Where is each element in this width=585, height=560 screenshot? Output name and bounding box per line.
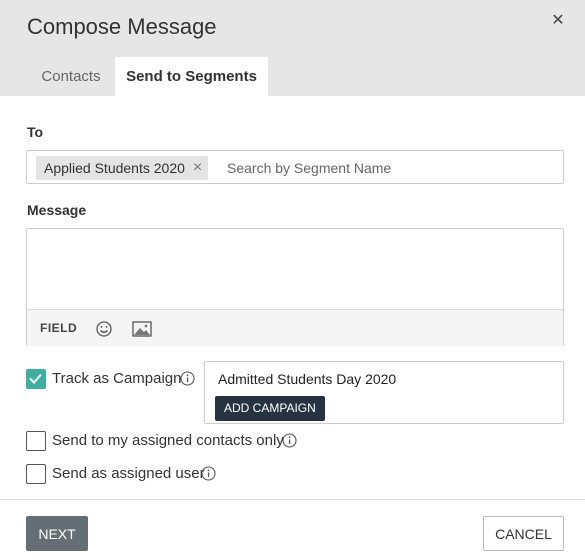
dialog-title: Compose Message xyxy=(27,14,217,39)
send-as-user-label: Send as assigned user xyxy=(52,465,205,482)
info-icon[interactable] xyxy=(282,433,297,448)
segment-picker[interactable]: Applied Students 2020 × xyxy=(26,150,564,184)
checkmark-icon xyxy=(29,373,42,384)
info-icon[interactable] xyxy=(201,466,216,481)
send-as-user-checkbox[interactable] xyxy=(26,464,46,484)
to-label: To xyxy=(27,124,44,140)
assigned-only-label: Send to my assigned contacts only xyxy=(52,432,284,449)
close-icon[interactable]: ✕ xyxy=(549,12,567,30)
footer-divider xyxy=(0,499,585,500)
message-editor: FIELD xyxy=(26,228,564,346)
cancel-button[interactable]: CANCEL xyxy=(483,516,564,551)
smiley-icon[interactable] xyxy=(95,320,113,338)
image-icon[interactable] xyxy=(132,320,152,338)
campaign-name: Admitted Students Day 2020 xyxy=(218,371,397,387)
add-campaign-button[interactable]: ADD CAMPAIGN xyxy=(215,396,325,421)
segment-search-input[interactable] xyxy=(227,157,547,179)
tab-send-to-segments[interactable]: Send to Segments xyxy=(115,57,268,96)
track-campaign-label: Track as Campaign xyxy=(52,370,182,387)
next-button[interactable]: NEXT xyxy=(26,516,88,551)
info-icon[interactable] xyxy=(180,371,195,386)
message-textarea[interactable] xyxy=(27,229,563,309)
campaign-box: Admitted Students Day 2020 ADD CAMPAIGN xyxy=(204,361,564,424)
segment-chip-label: Applied Students 2020 xyxy=(44,160,185,176)
message-toolbar: FIELD xyxy=(27,309,563,346)
field-button[interactable]: FIELD xyxy=(40,321,77,335)
track-campaign-checkbox[interactable] xyxy=(26,369,46,389)
close-icon[interactable]: × xyxy=(193,160,202,176)
assigned-only-checkbox[interactable] xyxy=(26,431,46,451)
segment-chip: Applied Students 2020 × xyxy=(36,156,209,180)
tab-contacts[interactable]: Contacts xyxy=(27,57,115,96)
message-label: Message xyxy=(27,202,87,218)
dialog-header: Compose Message ✕ Contacts Send to Segme… xyxy=(0,0,585,96)
